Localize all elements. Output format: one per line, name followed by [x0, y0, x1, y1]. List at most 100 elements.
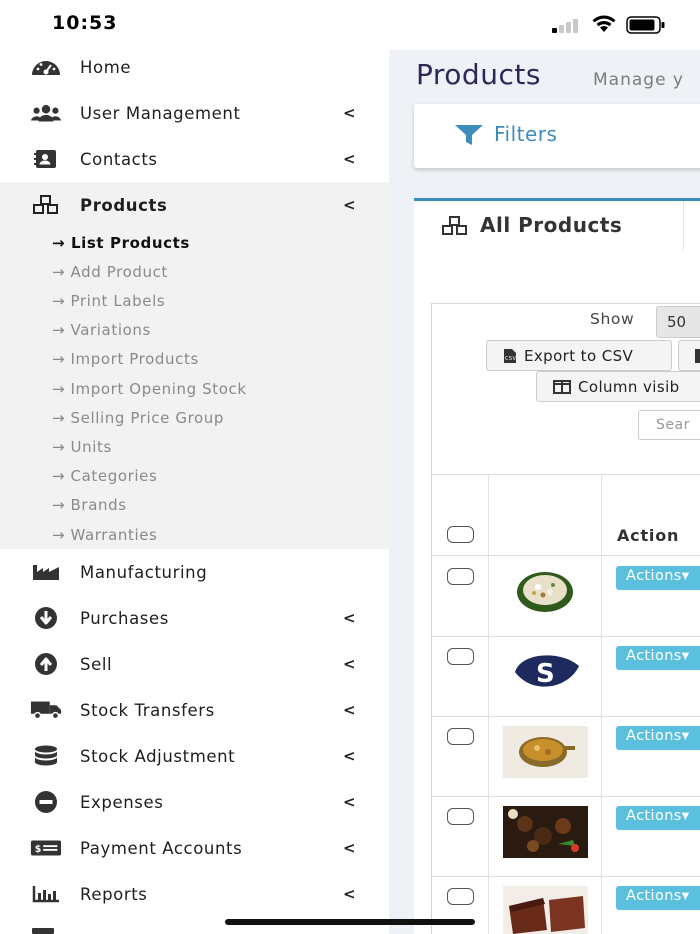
svg-text:$: $ [35, 844, 42, 855]
sidebar-item-label: Purchases [80, 608, 169, 628]
columns-icon [553, 379, 571, 394]
sidebar-item-products[interactable]: Products < [0, 182, 389, 228]
dashboard-icon [30, 56, 62, 78]
submenu-item-categories[interactable]: → Categories [52, 467, 157, 485]
submenu-item-add-product[interactable]: → Add Product [52, 263, 168, 281]
product-image-brand-logo: S [503, 646, 588, 698]
database-icon [30, 745, 62, 767]
battery-icon [626, 16, 665, 34]
home-indicator[interactable] [225, 919, 475, 925]
sidebar-item-user-management[interactable]: User Management < [0, 90, 389, 136]
row-checkbox[interactable] [447, 808, 474, 825]
column-divider [601, 474, 602, 934]
column-visibility-button[interactable]: Column visib [536, 371, 700, 402]
minus-circle-icon [30, 791, 62, 813]
sidebar-item-purchases[interactable]: Purchases < [0, 595, 389, 641]
sidebar-item-payment-accounts[interactable]: $ Payment Accounts < [0, 825, 389, 871]
csv-file-icon: CSV [503, 348, 517, 364]
row-actions-button[interactable]: Actions▾ [616, 726, 700, 750]
sidebar-item-label: Home [80, 57, 132, 77]
filters-panel[interactable]: Filters [414, 104, 700, 168]
sidebar-item-expenses[interactable]: Expenses < [0, 779, 389, 825]
chevron-left-icon: < [343, 150, 356, 168]
product-image-food-plate [503, 565, 588, 617]
row-divider [432, 876, 700, 877]
row-checkbox[interactable] [447, 888, 474, 905]
column-visibility-label: Column visib [578, 377, 680, 396]
row-checkbox[interactable] [447, 648, 474, 665]
submenu-item-variations[interactable]: → Variations [52, 321, 151, 339]
column-divider [488, 474, 489, 934]
users-icon [30, 102, 62, 124]
sidebar-item-manufacturing[interactable]: Manufacturing [0, 549, 389, 595]
row-actions-button[interactable]: Actions▾ [616, 646, 700, 670]
chevron-left-icon: < [343, 839, 356, 857]
submenu-item-selling-price-group[interactable]: → Selling Price Group [52, 409, 224, 427]
sidebar-item-label: Reports [80, 884, 148, 904]
filters-label: Filters [494, 122, 558, 146]
submenu-item-import-opening-stock[interactable]: → Import Opening Stock [52, 380, 247, 398]
tab-all-products[interactable]: All Products [414, 201, 684, 251]
row-checkbox[interactable] [447, 568, 474, 585]
filter-icon [455, 125, 483, 145]
products-table-container: Show 50 CSV Export to CSV Column visib S… [431, 303, 700, 934]
excel-file-icon [695, 348, 700, 364]
address-book-icon [30, 148, 62, 170]
truck-icon [30, 699, 62, 721]
sidebar-item-label: Contacts [80, 149, 158, 169]
row-checkbox[interactable] [447, 728, 474, 745]
product-image-meat-dish [503, 806, 588, 858]
sidebar-item-reports[interactable]: Reports < [0, 871, 389, 917]
tab-label: All Products [480, 213, 623, 237]
row-divider [432, 796, 700, 797]
search-input[interactable]: Sear [638, 410, 700, 440]
submenu-item-list-products[interactable]: → List Products [52, 234, 190, 252]
sidebar-item-next-icon [32, 928, 54, 934]
export-csv-button[interactable]: CSV Export to CSV [486, 340, 672, 371]
status-bar: 10:53 [0, 0, 700, 50]
show-entries-select[interactable]: 50 [656, 306, 700, 338]
arrow-circle-up-icon [30, 653, 62, 675]
cellular-signal-icon [552, 17, 582, 33]
sidebar-item-label: Sell [80, 654, 113, 674]
export-excel-button[interactable] [678, 340, 700, 371]
sidebar-item-stock-adjustment[interactable]: Stock Adjustment < [0, 733, 389, 779]
sidebar-item-contacts[interactable]: Contacts < [0, 136, 389, 182]
products-tab-panel: All Products Show 50 CSV Export to CSV C… [414, 198, 700, 934]
chevron-left-icon: < [343, 701, 356, 719]
product-image-curry-bowl [503, 726, 588, 778]
sidebar-item-home[interactable]: Home [0, 44, 389, 90]
submenu-item-brands[interactable]: → Brands [52, 496, 127, 514]
submenu-item-units[interactable]: → Units [52, 438, 112, 456]
svg-text:CSV: CSV [505, 356, 516, 362]
sidebar-item-label: Payment Accounts [80, 838, 243, 858]
chevron-left-icon: < [343, 655, 356, 673]
arrow-circle-down-icon [30, 607, 62, 629]
row-actions-button[interactable]: Actions▾ [616, 806, 700, 830]
industry-icon [30, 561, 62, 583]
sidebar-item-label: Stock Transfers [80, 700, 215, 720]
submenu-item-print-labels[interactable]: → Print Labels [52, 292, 165, 310]
chevron-left-icon: < [343, 196, 356, 214]
sidebar-item-label: Manufacturing [80, 562, 208, 582]
chevron-left-icon: < [343, 104, 356, 122]
page-subtitle: Manage y [593, 70, 684, 90]
row-divider [432, 716, 700, 717]
sidebar-item-label: User Management [80, 103, 241, 123]
sidebar-item-sell[interactable]: Sell < [0, 641, 389, 687]
submenu-item-import-products[interactable]: → Import Products [52, 350, 199, 368]
bar-chart-icon [30, 883, 62, 905]
select-all-checkbox[interactable] [447, 526, 474, 543]
page-title: Products [416, 58, 541, 91]
chevron-left-icon: < [343, 747, 356, 765]
sidebar-item-label: Stock Adjustment [80, 746, 236, 766]
row-actions-button[interactable]: Actions▾ [616, 566, 700, 590]
row-actions-button[interactable]: Actions▾ [616, 886, 700, 910]
row-divider [432, 636, 700, 637]
column-header-action: Action [617, 526, 680, 545]
chevron-left-icon: < [343, 885, 356, 903]
show-entries-label: Show [590, 310, 635, 328]
sidebar-item-stock-transfers[interactable]: Stock Transfers < [0, 687, 389, 733]
submenu-item-warranties[interactable]: → Warranties [52, 526, 157, 544]
main-content: Products Manage y Filters All Products S… [389, 50, 700, 934]
